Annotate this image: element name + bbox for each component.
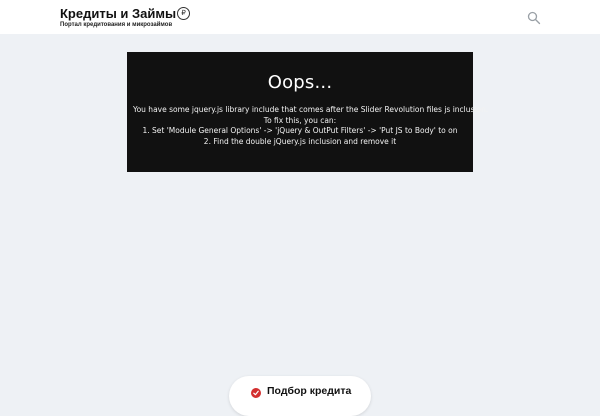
error-line: You have some jquery.js library include … <box>133 105 489 114</box>
logo-title: Кредиты и Займы ₽ <box>60 6 191 21</box>
error-message: You have some jquery.js library include … <box>127 105 489 147</box>
error-line: 1. Set 'Module General Options' -> 'jQue… <box>142 126 458 135</box>
logo-title-text: Кредиты и Займы <box>60 6 177 21</box>
site-logo[interactable]: Кредиты и Займы ₽ Портал кредитования и м… <box>60 6 191 29</box>
error-line: 2. Find the double jQuery.js inclusion a… <box>203 136 397 146</box>
search-button[interactable] <box>527 10 541 25</box>
error-title: Oops... <box>267 72 333 93</box>
ruble-icon: ₽ <box>177 7 191 20</box>
search-icon <box>527 11 541 25</box>
error-line: To fix this, you can: <box>263 115 337 125</box>
logo-subtitle: Портал кредитования и микрозаймов <box>60 22 173 28</box>
site-header: Кредиты и Займы ₽ Портал кредитования и м… <box>0 0 600 34</box>
slider-error-box: Oops... You have some jquery.js library … <box>127 52 489 172</box>
credit-selection-widget[interactable]: Подбор кредита <box>229 376 371 416</box>
credit-selection-label[interactable]: Подбор кредита <box>267 385 351 397</box>
check-circle-icon <box>251 388 261 398</box>
